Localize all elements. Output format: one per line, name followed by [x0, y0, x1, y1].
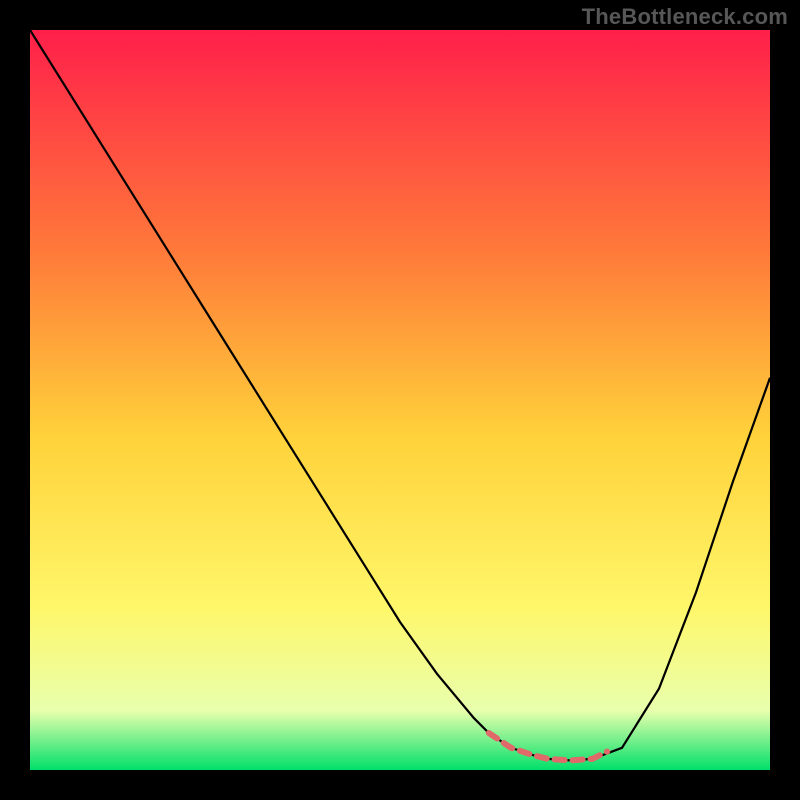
chart-frame: TheBottleneck.com	[0, 0, 800, 800]
chart-svg	[30, 30, 770, 770]
plot-area	[30, 30, 770, 770]
watermark-label: TheBottleneck.com	[582, 4, 788, 30]
gradient-background	[30, 30, 770, 770]
